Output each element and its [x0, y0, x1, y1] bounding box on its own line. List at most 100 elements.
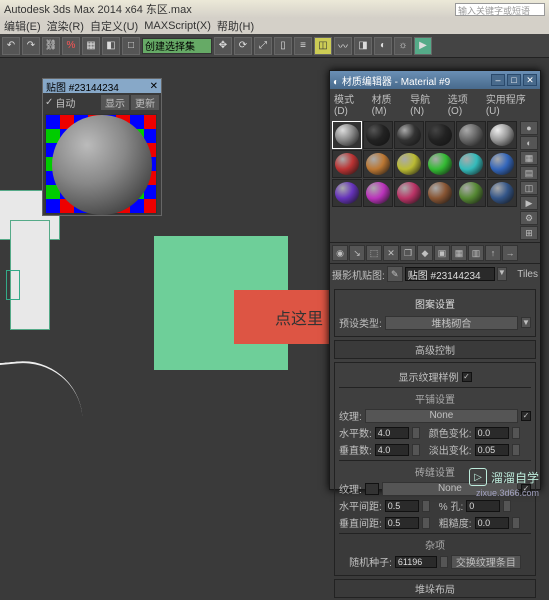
show-sample-checkbox[interactable]: ✓ — [462, 372, 472, 382]
menu-mode[interactable]: 模式(D) — [334, 91, 366, 117]
spinner-btn[interactable] — [512, 427, 520, 439]
map-preview-panel[interactable]: 贴图 #23144234 ✕ ✓ 自动 显示 更新 — [42, 78, 162, 216]
go-forward-button[interactable]: → — [502, 245, 518, 261]
render-button[interactable]: ▶ — [414, 37, 432, 55]
material-swatch[interactable] — [394, 121, 424, 149]
backlight-button[interactable]: ◐ — [520, 136, 538, 150]
material-swatch[interactable] — [487, 121, 517, 149]
texture-enable-checkbox[interactable]: ✓ — [521, 411, 531, 421]
minimize-button[interactable]: – — [491, 74, 505, 86]
spinner-btn[interactable] — [503, 500, 511, 512]
layer-button[interactable]: ◫ — [314, 37, 332, 55]
maximize-button[interactable]: □ — [507, 74, 521, 86]
make-unique-button[interactable]: ◆ — [417, 245, 433, 261]
menu-util[interactable]: 实用程序(U) — [486, 91, 536, 117]
redo-button[interactable]: ↷ — [22, 37, 40, 55]
sample-type-button[interactable]: ● — [520, 121, 538, 135]
reset-button[interactable]: ✕ — [383, 245, 399, 261]
mirror-button[interactable]: ▯ — [274, 37, 292, 55]
spinner-btn[interactable] — [440, 556, 448, 568]
material-swatch[interactable] — [425, 121, 455, 149]
get-material-button[interactable]: ◉ — [332, 245, 348, 261]
video-check-button[interactable]: ◫ — [520, 181, 538, 195]
material-swatch[interactable] — [425, 179, 455, 207]
advanced-rollout-header[interactable]: 高级控制 — [334, 340, 536, 359]
search-input[interactable]: 输入关键字或短语 — [455, 3, 545, 16]
panel-title[interactable]: 贴图 #23144234 ✕ — [43, 79, 161, 93]
window-titlebar[interactable]: ◐ 材质编辑器 - Material #9 – □ ✕ — [330, 71, 540, 89]
material-editor-window[interactable]: ◐ 材质编辑器 - Material #9 – □ ✕ 模式(D) 材质(M) … — [329, 70, 541, 490]
spinner-btn[interactable] — [422, 500, 430, 512]
material-swatch[interactable] — [363, 179, 393, 207]
close-button[interactable]: ✕ — [523, 74, 537, 86]
material-swatch[interactable] — [456, 121, 486, 149]
colvar-spinner[interactable]: 0.0 — [475, 427, 509, 439]
assign-button[interactable]: ⬚ — [366, 245, 382, 261]
put-to-scene-button[interactable]: ↘ — [349, 245, 365, 261]
menu-material[interactable]: 材质(M) — [372, 91, 405, 117]
map-name-input[interactable] — [405, 267, 495, 281]
auto-checkbox[interactable]: ✓ — [45, 97, 53, 108]
vcount-spinner[interactable]: 4.0 — [375, 444, 409, 456]
preview-button[interactable]: ▶ — [520, 196, 538, 210]
link-button[interactable]: ⛓ — [42, 37, 60, 55]
spinner-btn[interactable] — [412, 427, 420, 439]
material-swatch[interactable] — [394, 179, 424, 207]
material-swatch[interactable] — [487, 179, 517, 207]
material-editor-button[interactable]: ◐ — [374, 37, 392, 55]
move-button[interactable]: ✥ — [214, 37, 232, 55]
close-icon[interactable]: ✕ — [150, 81, 158, 92]
align-button[interactable]: ≡ — [294, 37, 312, 55]
options-button[interactable]: ⚙ — [520, 211, 538, 225]
spinner-btn[interactable] — [422, 517, 430, 529]
hcount-spinner[interactable]: 4.0 — [375, 427, 409, 439]
schematic-button[interactable]: ◨ — [354, 37, 372, 55]
texture-slot[interactable]: None — [365, 409, 518, 423]
selection-set-dropdown[interactable]: 创建选择集 — [142, 38, 212, 54]
select-by-mat-button[interactable]: ⊞ — [520, 226, 538, 240]
material-swatch[interactable] — [332, 150, 362, 178]
render-setup-button[interactable]: ☼ — [394, 37, 412, 55]
picker-icon[interactable]: ✎ — [387, 266, 403, 282]
hole-spinner[interactable]: 0 — [466, 500, 500, 512]
menu-help[interactable]: 帮助(H) — [217, 18, 254, 34]
dropdown-icon[interactable]: ▼ — [497, 267, 507, 281]
material-swatch[interactable] — [363, 121, 393, 149]
rotate-button[interactable]: ⟳ — [234, 37, 252, 55]
menu-custom[interactable]: 自定义(U) — [90, 18, 138, 34]
percent-button[interactable]: % — [62, 37, 80, 55]
material-swatch[interactable] — [425, 150, 455, 178]
stack-rollout-header[interactable]: 堆垛布局 — [334, 579, 536, 598]
hgap-spinner[interactable]: 0.5 — [385, 500, 419, 512]
menu-opts[interactable]: 选项(O) — [448, 91, 480, 117]
tab-display[interactable]: 显示 — [101, 95, 129, 110]
menu-maxscript[interactable]: MAXScript(X) — [144, 20, 211, 32]
make-copy-button[interactable]: ❐ — [400, 245, 416, 261]
go-parent-button[interactable]: ↑ — [485, 245, 501, 261]
preset-dropdown[interactable]: 堆栈砌合 — [385, 316, 518, 330]
material-swatch[interactable] — [487, 150, 517, 178]
tool-b[interactable]: □ — [122, 37, 140, 55]
fade-spinner[interactable]: 0.05 — [475, 444, 509, 456]
menu-render[interactable]: 渲染(R) — [47, 18, 84, 34]
snap-button[interactable]: ▦ — [82, 37, 100, 55]
spinner-btn[interactable] — [412, 444, 420, 456]
seed-spinner[interactable]: 61196 — [395, 556, 437, 568]
swap-button[interactable]: 交换纹理条目 — [451, 555, 521, 569]
tab-update[interactable]: 更新 — [131, 95, 159, 110]
menu-nav[interactable]: 导航(N) — [410, 91, 442, 117]
material-swatch[interactable] — [394, 150, 424, 178]
undo-button[interactable]: ↶ — [2, 37, 20, 55]
spinner-btn[interactable] — [512, 444, 520, 456]
show-end-button[interactable]: ▥ — [468, 245, 484, 261]
tool-a[interactable]: ◧ — [102, 37, 120, 55]
background-button[interactable]: ▦ — [520, 151, 538, 165]
material-swatch[interactable] — [456, 179, 486, 207]
chevron-down-icon[interactable]: ▼ — [521, 317, 531, 328]
put-to-lib-button[interactable]: ▣ — [434, 245, 450, 261]
material-swatch[interactable] — [332, 179, 362, 207]
gap-color-swatch[interactable] — [365, 483, 379, 495]
rough-spinner[interactable]: 0.0 — [475, 517, 509, 529]
scale-button[interactable]: ⤢ — [254, 37, 272, 55]
menu-edit[interactable]: 编辑(E) — [4, 18, 41, 34]
